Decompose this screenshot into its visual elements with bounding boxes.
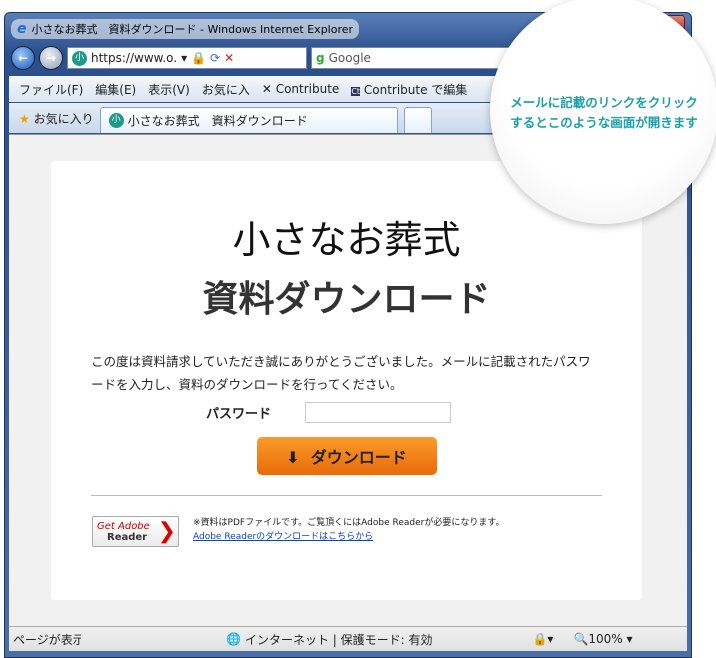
search-box[interactable]: g Google	[311, 47, 511, 69]
divider	[91, 495, 602, 496]
back-button[interactable]: ←	[11, 46, 35, 70]
tab-label: 小さなお葬式 資料ダウンロード	[127, 114, 308, 128]
contribute-edit-link[interactable]: Ct Contribute で編集	[351, 81, 467, 98]
favorites-button[interactable]: ★ お気に入り	[19, 110, 94, 127]
zoom-control[interactable]: 🔍100% ▾	[573, 632, 632, 646]
password-input[interactable]	[305, 402, 452, 423]
description: この度は資料請求していただき誠にありがとうございました。メールに記載されたパスワ…	[91, 354, 591, 392]
address-bar[interactable]: 小 https://www.o. ▾ 🔒 ⟳ ✕	[67, 47, 307, 69]
adobe-section: Get Adobe Reader ❯ ※資料はPDFファイルです。ご覧頂くにはA…	[92, 516, 642, 547]
new-tab-button[interactable]	[403, 107, 432, 133]
ie-icon: e	[17, 21, 27, 37]
status-bar: ページが表示 🌐 インターネット | 保護モード: 有効 🔒▾ 🔍100% ▾	[9, 626, 687, 651]
refresh-icon[interactable]: ⟳	[210, 51, 220, 65]
forward-button[interactable]: →	[39, 46, 63, 70]
stop-icon[interactable]: ✕	[224, 51, 234, 65]
callout-bubble: メールに記載のリンクをクリック するとこのような画面が開きます	[490, 0, 716, 224]
menu-favorites[interactable]: お気に入	[202, 81, 250, 98]
security-zone: インターネット | 保護モード: 有効	[244, 632, 433, 647]
callout-line-2: するとこのような画面が開きます	[510, 115, 698, 130]
dropdown-icon[interactable]: ▾	[181, 51, 187, 65]
contribute-link[interactable]: ✕ Contribute	[262, 82, 339, 96]
password-label: パスワード	[206, 407, 272, 422]
download-card: 小さなお葬式 資料ダウンロード この度は資料請求していただき誠にありがとうござい…	[51, 161, 642, 600]
adobe-download-link[interactable]: Adobe Readerのダウンロードはこちらから	[193, 532, 373, 542]
menu-file[interactable]: ファイル(F)	[19, 81, 83, 98]
nav-bar: ← → 小 https://www.o. ▾ 🔒 ⟳ ✕ g Google	[11, 45, 511, 71]
window-title: 小さなお葬式 資料ダウンロード - Windows Internet Explo…	[31, 23, 354, 36]
google-icon: g	[316, 51, 325, 65]
lock-icon: 🔒	[191, 51, 207, 65]
tab-active[interactable]: 小 小さなお葬式 資料ダウンロード	[99, 107, 398, 133]
download-button[interactable]: ⬇ ダウンロード	[256, 437, 437, 475]
tab-favicon: 小	[108, 113, 124, 128]
protected-mode-icon[interactable]: 🔒▾	[532, 632, 553, 646]
site-favicon: 小	[72, 50, 87, 66]
password-row: パスワード	[206, 402, 642, 423]
status-text: ページが表示	[13, 632, 81, 647]
adobe-note: ※資料はPDFファイルです。ご覧頂くにはAdobe Readerが必要になります…	[193, 518, 505, 528]
callout-line-1: メールに記載のリンクをクリック	[510, 95, 698, 110]
title-bar: e 小さなお葬式 資料ダウンロード - Windows Internet Exp…	[11, 19, 360, 39]
download-icon: ⬇	[286, 448, 300, 467]
globe-icon: 🌐	[226, 632, 241, 646]
brand-title: 小さなお葬式	[232, 218, 461, 262]
search-placeholder: Google	[328, 51, 371, 65]
menu-view[interactable]: 表示(V)	[148, 81, 190, 98]
menu-edit[interactable]: 編集(E)	[95, 81, 136, 98]
page-title: 資料ダウンロード	[202, 279, 491, 320]
get-adobe-reader-badge[interactable]: Get Adobe Reader ❯	[92, 516, 179, 547]
address-text: https://www.o.	[91, 51, 178, 65]
